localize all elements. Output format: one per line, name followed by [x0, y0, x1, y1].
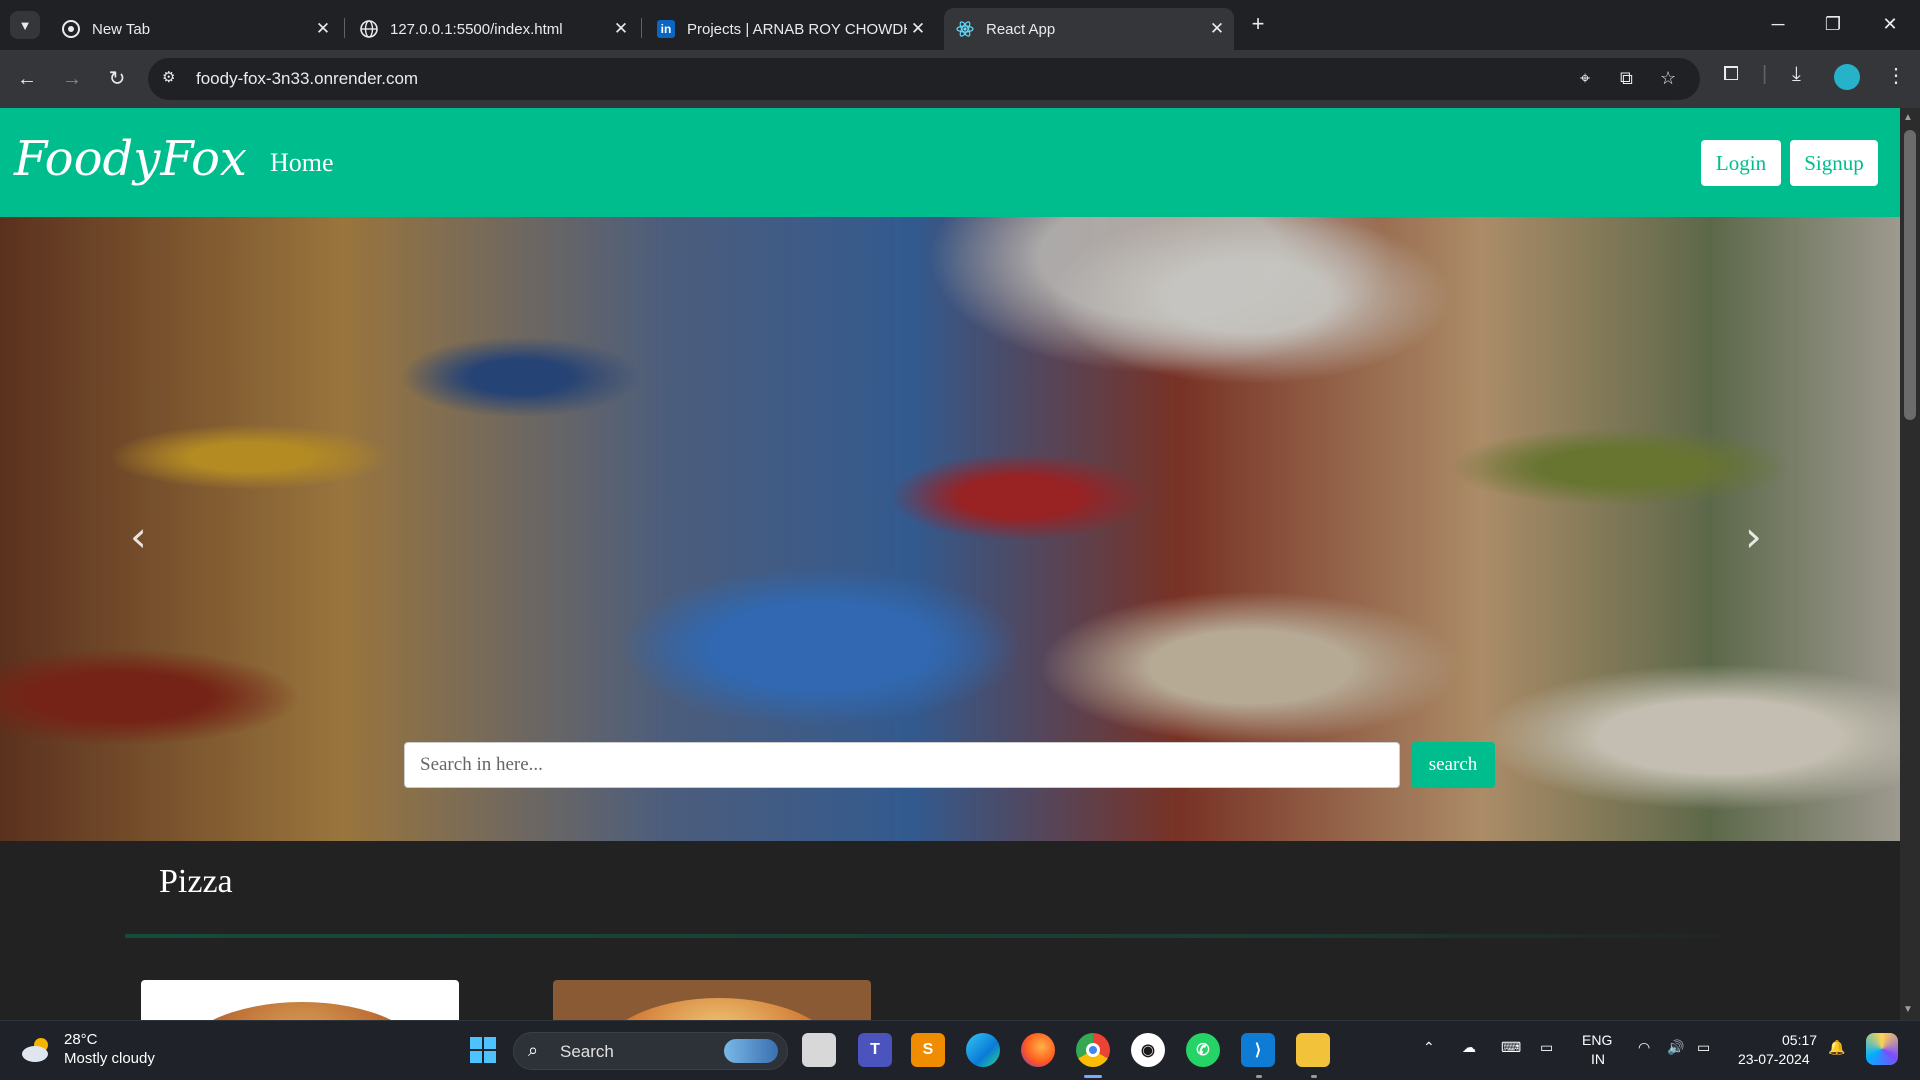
notification-bell-icon[interactable]: 🔔 [1828, 1039, 1845, 1056]
tablet-mode-icon[interactable]: ▭ [1540, 1039, 1553, 1056]
category-divider [125, 934, 1775, 938]
vscode-icon[interactable]: ⟩ [1241, 1033, 1275, 1067]
site-info-icon[interactable]: ⚙ [162, 68, 175, 86]
volume-icon[interactable]: 🔊 [1667, 1039, 1684, 1056]
install-app-icon[interactable]: ⧉ [1620, 68, 1633, 89]
bookmark-star-icon[interactable]: ☆ [1660, 68, 1676, 89]
signup-button[interactable]: Signup [1790, 140, 1878, 186]
vscode-running-indicator [1256, 1075, 1262, 1078]
react-icon [956, 20, 974, 38]
close-icon[interactable]: ✕ [907, 19, 929, 39]
browser-tab-strip: ▼ New Tab ✕ 127.0.0.1:5500/index.html ✕ … [0, 0, 1920, 50]
close-icon[interactable]: ✕ [312, 19, 334, 39]
window-close-button[interactable]: ✕ [1870, 8, 1910, 42]
globe-icon [360, 20, 378, 38]
menu-kebab-icon[interactable]: ⋮ [1886, 63, 1906, 88]
close-icon[interactable]: ✕ [1206, 19, 1228, 39]
explorer-running-indicator [1311, 1075, 1317, 1078]
onedrive-cloud-icon[interactable]: ☁ [1462, 1039, 1476, 1056]
browser-toolbar: ← → ↻ ⚙ foody-fox-3n33.onrender.com ⌖ ⧉ … [0, 50, 1920, 108]
minimize-button[interactable]: ─ [1758, 8, 1798, 42]
teams-icon[interactable]: T [858, 1033, 892, 1067]
login-button[interactable]: Login [1701, 140, 1781, 186]
sublime-text-icon[interactable]: S [911, 1033, 945, 1067]
tab-title: React App [986, 20, 1056, 38]
food-card-image [177, 1002, 427, 1020]
extensions-icon[interactable]: ⧠ [1723, 63, 1739, 86]
scroll-up-icon[interactable]: ▲ [1903, 112, 1913, 123]
tab-separator [641, 18, 642, 38]
tab-linkedin-projects[interactable]: in Projects | ARNAB ROY CHOWDHURY ✕ [645, 8, 935, 50]
tab-localhost[interactable]: 127.0.0.1:5500/index.html ✕ [348, 8, 638, 50]
search-button[interactable]: search [1411, 742, 1495, 788]
page-scrollbar[interactable]: ▲ ▼ [1900, 108, 1920, 1020]
address-bar[interactable]: ⚙ foody-fox-3n33.onrender.com ⌖ ⧉ ☆ [148, 58, 1700, 100]
close-icon[interactable]: ✕ [610, 19, 632, 39]
search-icon: ⌕ [528, 1040, 539, 1060]
windows-taskbar: 28°C Mostly cloudy ⌕ Search T S ◉ ✆ ⟩ ⌃ … [0, 1020, 1920, 1080]
whatsapp-icon[interactable]: ✆ [1186, 1033, 1220, 1067]
tab-new-tab[interactable]: New Tab ✕ [50, 8, 340, 50]
tab-search-dropdown[interactable]: ▼ [10, 11, 40, 39]
linkedin-icon: in [657, 20, 675, 38]
edge-icon[interactable] [966, 1033, 1000, 1067]
cloudy-weather-icon[interactable] [20, 1035, 54, 1063]
carousel-next-icon[interactable]: › [1745, 512, 1762, 561]
search-highlight-icon [724, 1039, 778, 1063]
scroll-down-icon[interactable]: ▼ [1903, 1004, 1913, 1015]
scrollbar-thumb[interactable] [1904, 130, 1916, 420]
carousel-prev-icon[interactable]: ‹ [130, 512, 147, 561]
reload-button[interactable]: ↻ [101, 63, 133, 95]
download-icon[interactable]: ⤓ [1792, 63, 1801, 86]
tab-title: Projects | ARNAB ROY CHOWDHURY [687, 20, 907, 38]
battery-icon[interactable]: ▭ [1697, 1039, 1710, 1056]
profile-avatar[interactable] [1834, 64, 1860, 90]
copilot-icon[interactable] [1866, 1033, 1898, 1065]
file-explorer-icon[interactable] [1296, 1033, 1330, 1067]
tab-title: New Tab [92, 20, 151, 38]
language-line2[interactable]: IN [1591, 1051, 1605, 1067]
clock-time[interactable]: 05:17 [1782, 1032, 1817, 1048]
new-tab-button[interactable]: + [1244, 11, 1272, 39]
firefox-icon[interactable] [1021, 1033, 1055, 1067]
food-card[interactable] [553, 980, 871, 1020]
restore-button[interactable]: ❐ [1813, 8, 1853, 42]
site-navbar: FoodyFox Home Login Signup [0, 108, 1900, 217]
language-line1[interactable]: ENG [1582, 1032, 1612, 1048]
forward-button[interactable]: → [56, 63, 88, 95]
nav-home-link[interactable]: Home [270, 148, 334, 178]
hero-carousel: ‹ › search [0, 217, 1900, 841]
url-text: foody-fox-3n33.onrender.com [196, 69, 419, 88]
taskbar-search[interactable]: ⌕ Search [513, 1032, 788, 1070]
food-card-image [599, 998, 839, 1020]
inkdrop-icon[interactable]: ◉ [1131, 1033, 1165, 1067]
toolbar-divider: | [1762, 63, 1768, 85]
brand-logo[interactable]: FoodyFox [14, 131, 247, 187]
weather-desc: Mostly cloudy [64, 1050, 155, 1067]
chrome-active-indicator [1084, 1075, 1102, 1078]
location-icon[interactable]: ⌖ [1580, 68, 1590, 89]
task-view-icon[interactable] [802, 1033, 836, 1067]
chrome-icon [62, 20, 80, 38]
weather-temp: 28°C [64, 1031, 98, 1048]
keyboard-icon[interactable]: ⌨ [1501, 1039, 1521, 1056]
back-button[interactable]: ← [11, 63, 43, 95]
taskbar-search-label: Search [560, 1042, 614, 1061]
tab-react-app[interactable]: React App ✕ [944, 8, 1234, 50]
tab-title: 127.0.0.1:5500/index.html [390, 20, 563, 38]
tab-separator [344, 18, 345, 38]
chevron-up-icon[interactable]: ⌃ [1423, 1039, 1435, 1056]
chrome-taskbar-icon[interactable] [1076, 1033, 1110, 1067]
food-card[interactable] [141, 980, 459, 1020]
windows-start-icon[interactable] [466, 1033, 500, 1067]
search-input[interactable] [404, 742, 1400, 788]
chevron-down-icon: ▼ [18, 17, 32, 33]
wifi-icon[interactable]: ◠ [1638, 1039, 1650, 1056]
page-viewport: FoodyFox Home Login Signup ‹ › search Pi… [0, 108, 1900, 1020]
category-title: Pizza [159, 863, 233, 900]
clock-date[interactable]: 23-07-2024 [1738, 1051, 1810, 1067]
